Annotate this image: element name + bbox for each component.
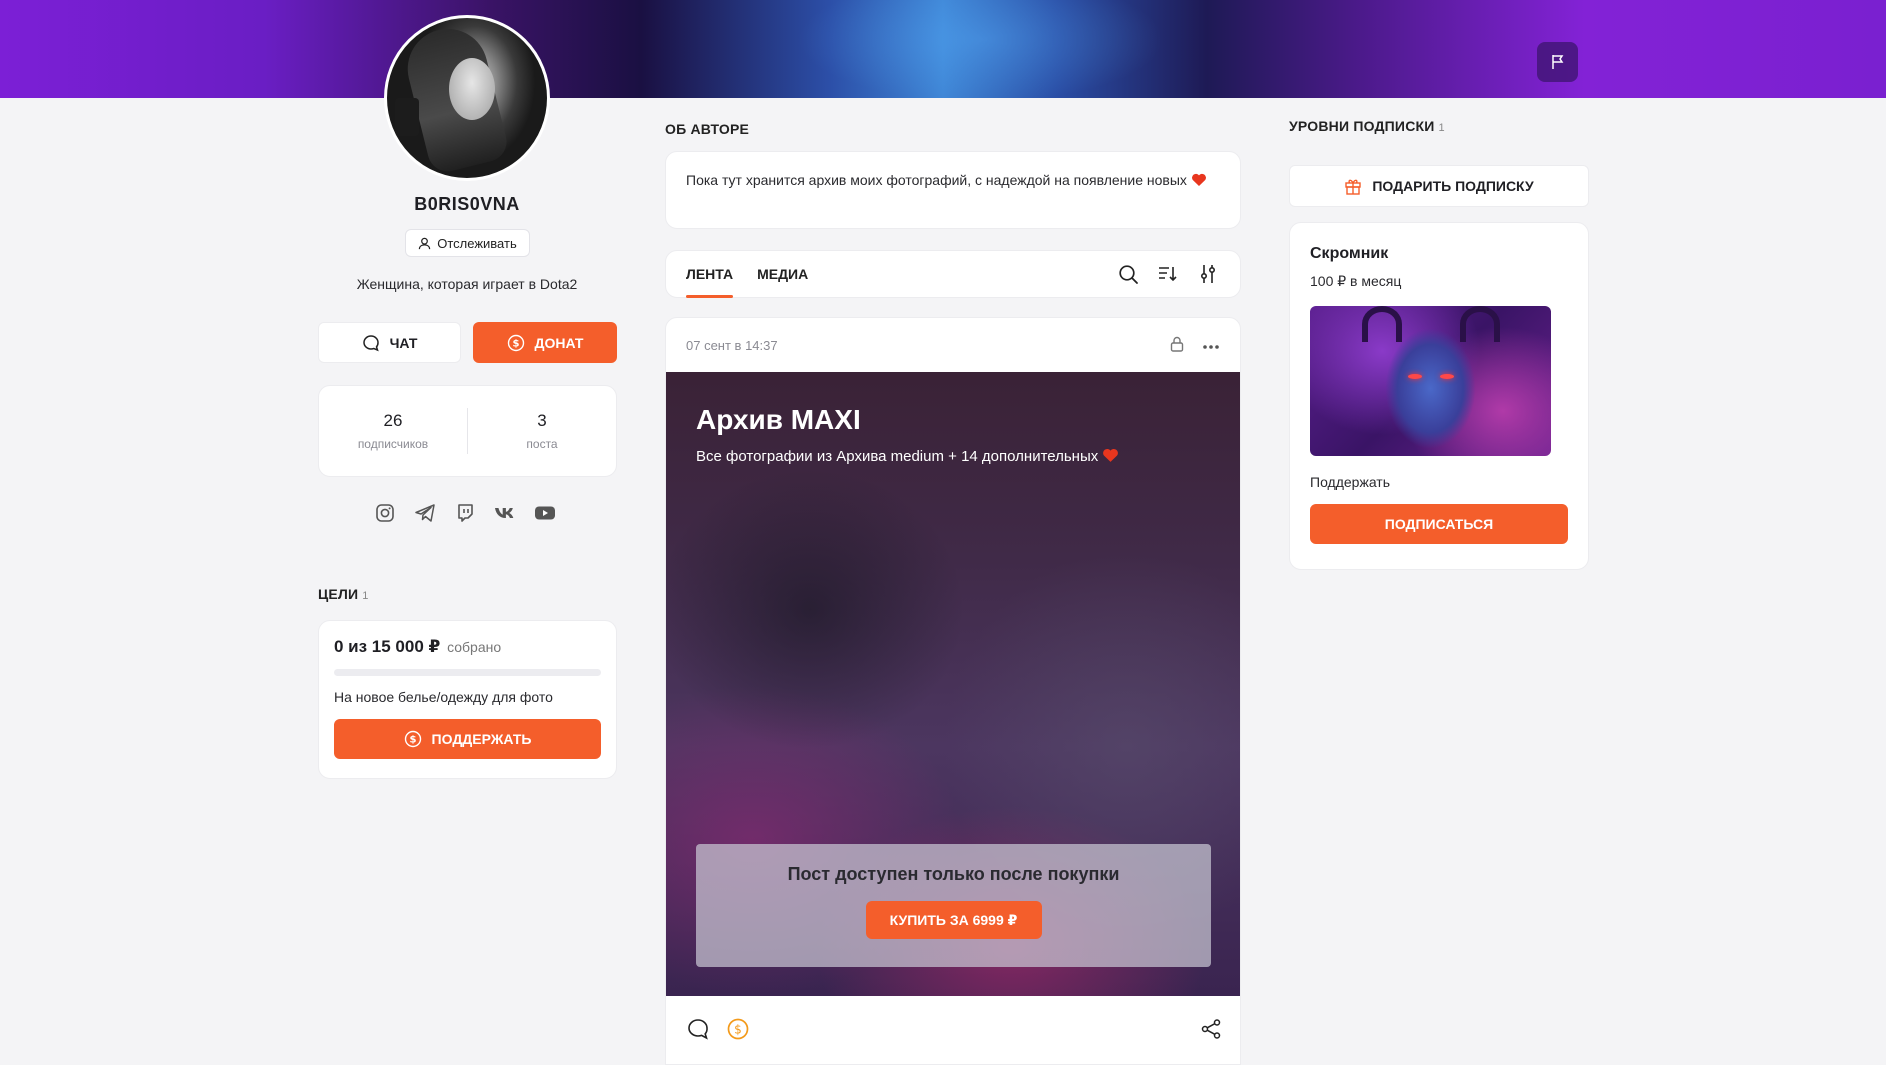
lock-icon: [1170, 336, 1184, 355]
sort-icon[interactable]: [1156, 262, 1180, 286]
tab-media[interactable]: МЕДИА: [757, 250, 808, 298]
post-subtitle: Все фотографии из Архива medium + 14 доп…: [696, 448, 1119, 465]
telegram-icon[interactable]: [414, 502, 436, 524]
search-icon[interactable]: [1116, 262, 1140, 286]
svg-text:$: $: [512, 338, 519, 349]
heart-icon: [1103, 448, 1119, 462]
post-date: 07 сент в 14:37: [686, 337, 778, 353]
post-footer: $: [666, 996, 1240, 1064]
follow-label: Отслеживать: [437, 235, 517, 251]
goal-card: 0 из 15 000 ₽ собрано На новое белье/оде…: [318, 620, 617, 779]
goal-support-label: ПОДДЕРЖАТЬ: [431, 731, 532, 747]
gift-label: ПОДАРИТЬ ПОДПИСКУ: [1372, 178, 1534, 194]
twitch-icon[interactable]: [454, 502, 476, 524]
svg-text:$: $: [409, 735, 416, 746]
goals-count: 1: [362, 590, 369, 602]
post-card: 07 сент в 14:37 Архив MAXI Все фотографи…: [665, 317, 1241, 1065]
tier-price: 100 ₽ в месяц: [1310, 273, 1402, 289]
goal-collected-label: собрано: [447, 639, 502, 655]
goals-title: ЦЕЛИ 1: [318, 586, 369, 602]
report-button[interactable]: [1537, 42, 1578, 82]
flag-icon: [1551, 55, 1563, 69]
stat-label: подписчиков: [357, 437, 429, 451]
stat-posts: 3 поста: [468, 411, 616, 451]
about-card: Пока тут хранится архив моих фотографий,…: [665, 151, 1241, 229]
stat-value: 26: [383, 411, 403, 430]
donate-coin-icon[interactable]: $: [726, 1017, 750, 1046]
feed-tabs: ЛЕНТА МЕДИА: [665, 250, 1241, 298]
youtube-icon[interactable]: [534, 502, 556, 524]
goal-progress-bar: [334, 669, 601, 676]
heart-icon: [1191, 173, 1206, 186]
goal-amount: 0 из 15 000 ₽ собрано: [334, 637, 601, 657]
chat-label: ЧАТ: [389, 334, 418, 351]
post-subtitle-text: Все фотографии из Архива medium + 14 доп…: [696, 448, 1099, 465]
buy-button[interactable]: КУПИТЬ ЗА 6999 ₽: [865, 901, 1042, 939]
goals-title-text: ЦЕЛИ: [318, 586, 359, 602]
tab-feed[interactable]: ЛЕНТА: [686, 250, 734, 298]
about-text: Пока тут хранится архив моих фотографий,…: [686, 172, 1187, 188]
paywall-overlay: Пост доступен только после покупки КУПИТ…: [696, 844, 1211, 967]
coin-icon: $: [507, 334, 524, 351]
tiers-title-text: УРОВНИ ПОДПИСКИ: [1289, 118, 1435, 134]
more-icon[interactable]: [1202, 338, 1220, 353]
gift-subscription-button[interactable]: ПОДАРИТЬ ПОДПИСКУ: [1289, 165, 1589, 207]
tier-card: Скромник 100 ₽ в месяц Поддержать ПОДПИС…: [1289, 222, 1589, 570]
username: B0RIS0VNA: [414, 194, 520, 214]
gift-icon: [1345, 179, 1362, 195]
tier-image: [1310, 306, 1551, 456]
tiers-title: УРОВНИ ПОДПИСКИ 1: [1289, 118, 1445, 134]
coin-icon: $: [404, 730, 421, 748]
tiers-count: 1: [1438, 122, 1445, 134]
tier-name: Скромник: [1310, 245, 1389, 262]
donate-label: ДОНАТ: [534, 334, 584, 351]
share-icon[interactable]: [1200, 1018, 1222, 1045]
tier-description: Поддержать: [1310, 474, 1391, 490]
profile-banner: [0, 0, 1886, 98]
vk-icon[interactable]: [494, 502, 516, 524]
post-header: 07 сент в 14:37: [666, 318, 1240, 372]
goal-support-button[interactable]: $ ПОДДЕРЖАТЬ: [334, 719, 601, 759]
feed-tools: [1116, 262, 1220, 286]
chat-button[interactable]: ЧАТ: [318, 322, 461, 363]
post-header-tools: [1170, 336, 1220, 355]
svg-text:$: $: [734, 1022, 742, 1036]
post-title: Архив MAXI: [696, 404, 861, 435]
goal-amount-text: 0 из 15 000 ₽: [334, 637, 441, 656]
profile-bio: Женщина, которая играет в Dota2: [356, 276, 578, 292]
avatar: [384, 15, 550, 181]
subscribe-button[interactable]: ПОДПИСАТЬСЯ: [1310, 504, 1568, 544]
goal-description: На новое белье/одежду для фото: [334, 689, 553, 705]
instagram-icon[interactable]: [374, 502, 396, 524]
donate-button[interactable]: $ ДОНАТ: [473, 322, 617, 363]
user-icon: [419, 237, 431, 249]
follow-button[interactable]: Отслеживать: [405, 229, 530, 257]
stat-value: 3: [537, 411, 547, 430]
social-links: [374, 502, 556, 524]
chat-icon: [362, 334, 379, 351]
filter-icon[interactable]: [1196, 262, 1220, 286]
stat-subscribers: 26 подписчиков: [319, 411, 467, 451]
comment-icon[interactable]: [686, 1017, 710, 1046]
post-media-blurred: Архив MAXI Все фотографии из Архива medi…: [666, 372, 1240, 996]
stat-label: поста: [526, 437, 558, 451]
about-title: ОБ АВТОРЕ: [665, 121, 750, 137]
paywall-text: Пост доступен только после покупки: [787, 864, 1120, 884]
stats-card: 26 подписчиков 3 поста: [318, 385, 617, 477]
